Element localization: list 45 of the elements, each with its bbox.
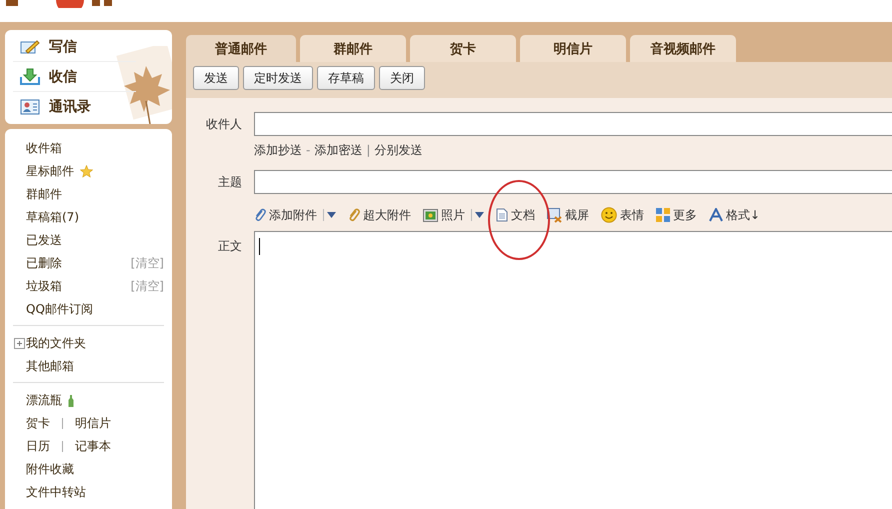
toolbar-button[interactable]: 发送 bbox=[193, 66, 239, 90]
field-label: 主题 bbox=[217, 174, 243, 190]
folder-link[interactable]: 群邮件 bbox=[26, 186, 62, 203]
tab[interactable]: 音视频邮件 bbox=[630, 35, 736, 62]
folder-link[interactable]: 明信片 bbox=[75, 415, 111, 432]
separator: - bbox=[306, 143, 310, 157]
attachment-tool[interactable]: 照片 bbox=[423, 206, 484, 224]
toolbar-button[interactable]: 关闭 bbox=[379, 66, 425, 90]
tab[interactable]: 明信片 bbox=[520, 35, 626, 62]
folder-link[interactable]: 收件箱 bbox=[26, 140, 62, 157]
attachment-tool[interactable]: 添加附件 bbox=[254, 206, 336, 224]
toolbar-button[interactable]: 定时发送 bbox=[243, 66, 313, 90]
attachment-tool[interactable]: 表情 bbox=[601, 206, 644, 224]
folder-link[interactable]: 文件中转站 bbox=[26, 484, 86, 501]
folder-link[interactable]: 垃圾箱 bbox=[26, 278, 62, 295]
tab[interactable]: 群邮件 bbox=[300, 35, 406, 62]
toolbar-button[interactable]: 存草稿 bbox=[317, 66, 375, 90]
quick-action-link[interactable]: 写信 bbox=[13, 32, 136, 62]
folder-link[interactable]: 其他邮箱 bbox=[26, 358, 74, 375]
folder-link[interactable]: 已发送 bbox=[26, 232, 62, 249]
tab[interactable]: 普通邮件 bbox=[186, 35, 296, 62]
field-label: 正文 bbox=[217, 238, 243, 255]
folder-link[interactable]: 漂流瓶 bbox=[26, 392, 62, 409]
attachment-tool[interactable]: 超大附件 bbox=[348, 206, 411, 224]
quick-action-link[interactable]: 通讯录 bbox=[13, 92, 136, 121]
folder-link[interactable]: 日历 bbox=[26, 438, 50, 455]
folder-link[interactable]: 记事本 bbox=[75, 438, 111, 455]
folder-link[interactable]: 附件收藏 bbox=[26, 461, 74, 478]
attachment-tool[interactable]: 截屏 bbox=[547, 206, 589, 224]
folder-link[interactable]: 已删除 bbox=[26, 255, 62, 272]
field-label: 收件人 bbox=[205, 116, 243, 132]
folder-link[interactable]: QQ邮件订阅 bbox=[26, 301, 93, 318]
folder-link[interactable]: 草稿箱(7) bbox=[26, 209, 79, 226]
recipient-option-link[interactable]: 分别发送 bbox=[374, 142, 422, 158]
folder-link[interactable]: 星标邮件 bbox=[26, 163, 74, 180]
quick-action-link[interactable]: 收信 bbox=[13, 62, 136, 92]
recipient-option-link[interactable]: 添加密送 bbox=[314, 142, 362, 158]
folder-link[interactable]: 贺卡 bbox=[26, 415, 50, 432]
attachment-tool[interactable]: 更多 bbox=[656, 206, 697, 224]
separator: | bbox=[366, 143, 370, 157]
attachment-tool[interactable]: 格式↓ bbox=[709, 206, 760, 224]
tab[interactable]: 贺卡 bbox=[410, 35, 516, 62]
attachment-tool[interactable]: 文档 bbox=[496, 206, 535, 224]
folder-link[interactable]: 我的文件夹 bbox=[26, 335, 86, 352]
recipient-option-link[interactable]: 添加抄送 bbox=[254, 142, 302, 158]
